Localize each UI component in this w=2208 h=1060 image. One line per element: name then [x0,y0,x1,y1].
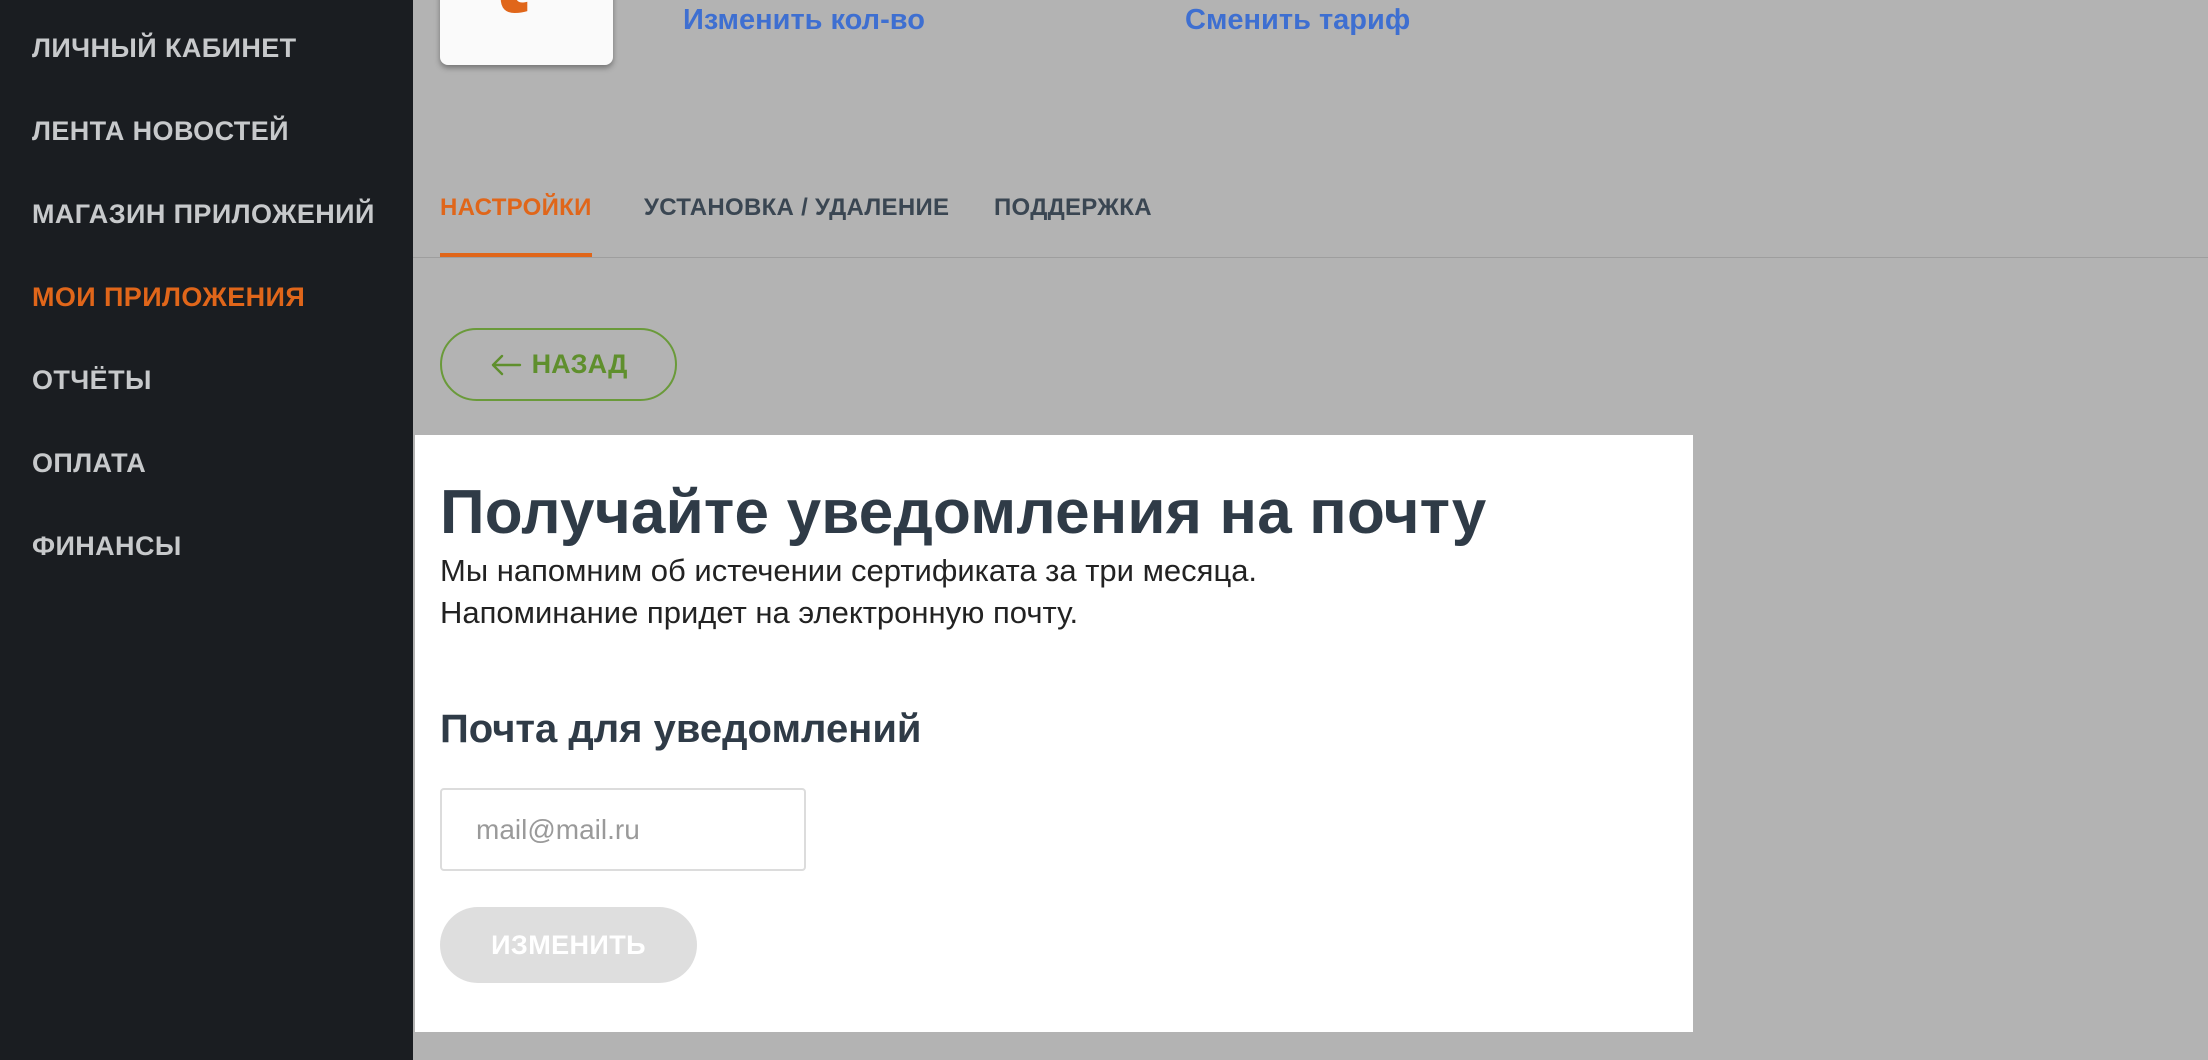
tab-support[interactable]: ПОДДЕРЖКА [994,190,1152,258]
tab-settings[interactable]: НАСТРОЙКИ [440,190,592,258]
card-description-line-2: Напоминание придет на электронную почту. [440,595,1079,630]
notification-card: Получайте уведомления на почту Мы напомн… [415,435,1693,1032]
app-logo-icon: t [492,0,529,30]
email-field[interactable] [440,788,806,871]
card-description-line-1: Мы напомним об истечении сертификата за … [440,553,1258,588]
sidebar-item-news-feed[interactable]: ЛЕНТА НОВОСТЕЙ [32,111,289,151]
tabs-divider [413,257,2208,258]
back-button[interactable]: НАЗАД [440,328,677,401]
card-title: Получайте уведомления на почту [440,478,1487,547]
sidebar-item-finance[interactable]: ФИНАНСЫ [32,526,182,566]
back-button-label: НАЗАД [531,349,628,379]
arrow-left-icon [490,354,522,376]
sidebar-item-personal-cabinet[interactable]: ЛИЧНЫЙ КАБИНЕТ [32,28,297,68]
sidebar: ЛИЧНЫЙ КАБИНЕТ ЛЕНТА НОВОСТЕЙ МАГАЗИН ПР… [0,0,413,1060]
app-logo: t [440,0,613,65]
sidebar-item-my-apps[interactable]: МОИ ПРИЛОЖЕНИЯ [32,277,305,317]
tab-install-uninstall[interactable]: УСТАНОВКА / УДАЛЕНИЕ [644,190,949,258]
sidebar-item-reports[interactable]: ОТЧЁТЫ [32,360,152,400]
sidebar-item-app-store[interactable]: МАГАЗИН ПРИЛОЖЕНИЙ [32,194,375,234]
main-content: t Изменить кол-во Сменить тариф НАСТРОЙК… [413,0,2208,1060]
change-tariff-link[interactable]: Сменить тариф [1185,4,1410,37]
change-quantity-link[interactable]: Изменить кол-во [683,4,925,37]
change-email-button[interactable]: ИЗМЕНИТЬ [440,907,697,983]
sidebar-item-payment[interactable]: ОПЛАТА [32,443,146,483]
email-field-label: Почта для уведомлений [440,707,922,751]
